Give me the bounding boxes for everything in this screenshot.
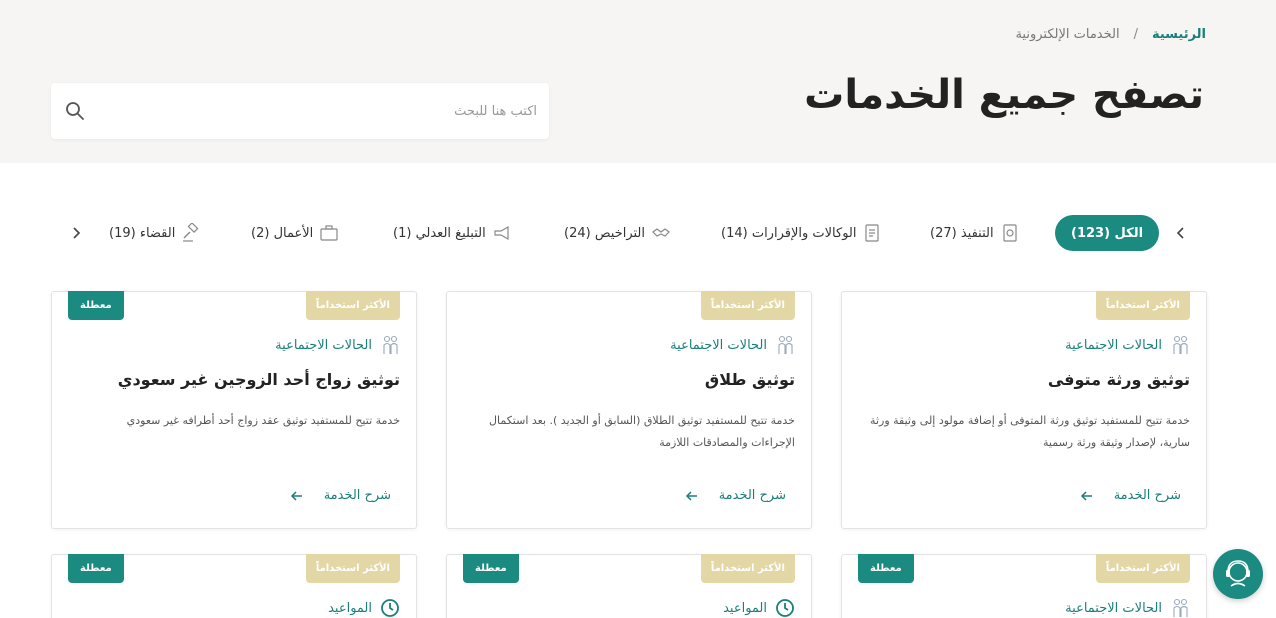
card-badges: الأكثر استخداماً: [1095, 291, 1190, 320]
search-box: [51, 83, 549, 139]
tab-business[interactable]: الأعمال (2): [251, 215, 339, 251]
most-used-badge: الأكثر استخداماً: [1095, 554, 1190, 583]
tab-label: الوكالات والإقرارات (14): [721, 225, 857, 241]
most-used-badge: الأكثر استخداماً: [305, 291, 400, 320]
card-description: خدمة تتيح للمستفيد توثيق الطلاق (السابق …: [489, 414, 795, 449]
family-icon: [1173, 598, 1188, 617]
most-used-badge: الأكثر استخداماً: [700, 291, 795, 320]
tab-label: الكل (123): [1071, 225, 1144, 241]
card-title: توثيق طلاق: [704, 370, 795, 389]
card-category: الحالات الاجتماعية: [275, 334, 400, 356]
service-explanation-label: شرح الخدمة: [718, 488, 786, 503]
page-header: الرئيسية / الخدمات الإلكترونية تصفح جميع…: [0, 0, 1276, 163]
disabled-badge: معطلة: [68, 291, 124, 320]
breadcrumb-current: الخدمات الإلكترونية: [1015, 27, 1120, 42]
service-card[interactable]: الأكثر استخداماً الحالات الاجتماعية توثي…: [446, 291, 812, 529]
clock-icon: [776, 599, 794, 617]
category-tabs: الكل (123) التنفيذ (27) الوكالات والإقرا…: [0, 213, 1276, 253]
service-card[interactable]: الأكثر استخداماً معطلة الحالات الاجتماعي…: [51, 291, 417, 529]
breadcrumb: الرئيسية / الخدمات الإلكترونية: [1015, 27, 1206, 42]
document-icon: [865, 224, 880, 242]
page-title: تصفح جميع الخدمات: [804, 72, 1204, 118]
service-card[interactable]: الأكثر استخداماً معطلة الحالات الاجتماعي…: [841, 554, 1207, 618]
tab-licenses[interactable]: التراخيص (24): [564, 215, 671, 251]
family-icon: [383, 335, 398, 354]
card-category-label: الحالات الاجتماعية: [1065, 600, 1162, 616]
service-explanation-link[interactable]: شرح الخدمة: [290, 488, 391, 503]
megaphone-icon: [494, 225, 509, 241]
briefcase-icon: [320, 225, 338, 241]
execution-icon: [1002, 224, 1017, 242]
clock-icon: [381, 599, 399, 617]
card-category: المواعيد: [328, 597, 400, 618]
card-badges: الأكثر استخداماً: [700, 291, 795, 320]
card-category-label: المواعيد: [328, 600, 372, 616]
tab-judicial-notice[interactable]: التبليغ العدلي (1): [393, 215, 512, 251]
most-used-badge: الأكثر استخداماً: [700, 554, 795, 583]
tab-label: القضاء (19): [109, 225, 176, 241]
card-badges: الأكثر استخداماً: [305, 291, 400, 320]
card-category: الحالات الاجتماعية: [1065, 334, 1190, 356]
search-input[interactable]: [109, 83, 549, 139]
arrow-left-icon: [685, 490, 697, 501]
tab-all[interactable]: الكل (123): [1055, 215, 1160, 251]
card-category-label: الحالات الاجتماعية: [275, 337, 372, 353]
service-explanation-link[interactable]: شرح الخدمة: [685, 488, 786, 503]
service-explanation-label: شرح الخدمة: [323, 488, 391, 503]
card-category-label: المواعيد: [723, 600, 767, 616]
arrow-left-icon: [1080, 490, 1092, 501]
tab-judiciary[interactable]: القضاء (19): [109, 215, 201, 251]
tabs-prev-arrow-icon[interactable]: [1171, 223, 1191, 243]
card-title: توثيق ورثة متوفى: [1047, 370, 1190, 389]
tabs-next-arrow-icon[interactable]: [66, 223, 86, 243]
service-explanation-link[interactable]: شرح الخدمة: [1080, 488, 1181, 503]
card-title: توثيق زواج أحد الزوجين غير سعودي: [117, 370, 400, 389]
card-category: الحالات الاجتماعية: [670, 334, 795, 356]
search-icon[interactable]: [65, 101, 85, 121]
disabled-badge: معطلة: [858, 554, 914, 583]
tab-label: التراخيص (24): [564, 225, 645, 241]
service-card[interactable]: الأكثر استخداماً معطلة المواعيد: [51, 554, 417, 618]
card-badges: الأكثر استخداماً: [700, 554, 795, 583]
card-category: الحالات الاجتماعية: [1065, 597, 1190, 618]
card-description: خدمة تتيح للمستفيد توثيق عقد زواج أحد أط…: [126, 414, 400, 427]
most-used-badge: الأكثر استخداماً: [305, 554, 400, 583]
tab-label: التنفيذ (27): [930, 225, 994, 241]
family-icon: [1173, 335, 1188, 354]
disabled-badge: معطلة: [463, 554, 519, 583]
most-used-badge: الأكثر استخداماً: [1095, 291, 1190, 320]
card-badges: الأكثر استخداماً: [1095, 554, 1190, 583]
card-category-label: الحالات الاجتماعية: [1065, 337, 1162, 353]
card-category: المواعيد: [723, 597, 795, 618]
support-agent-icon: [1226, 560, 1250, 587]
gavel-icon: [183, 223, 199, 242]
disabled-badge: معطلة: [68, 554, 124, 583]
support-chat-button[interactable]: [1213, 549, 1263, 599]
card-badges: الأكثر استخداماً: [305, 554, 400, 583]
tab-label: الأعمال (2): [251, 225, 314, 241]
service-card[interactable]: الأكثر استخداماً معطلة المواعيد: [446, 554, 812, 618]
card-category-label: الحالات الاجتماعية: [670, 337, 767, 353]
arrow-left-icon: [290, 490, 302, 501]
tab-label: التبليغ العدلي (1): [393, 225, 486, 241]
family-icon: [778, 335, 793, 354]
service-card[interactable]: الأكثر استخداماً الحالات الاجتماعية توثي…: [841, 291, 1207, 529]
service-explanation-label: شرح الخدمة: [1113, 488, 1181, 503]
tab-execution[interactable]: التنفيذ (27): [930, 215, 1020, 251]
card-description: خدمة تتيح للمستفيد توثيق ورثة المتوفى أو…: [870, 414, 1190, 449]
breadcrumb-home-link[interactable]: الرئيسية: [1152, 27, 1206, 42]
tab-agencies[interactable]: الوكالات والإقرارات (14): [721, 215, 882, 251]
breadcrumb-separator: /: [1133, 27, 1138, 42]
handshake-icon: [652, 228, 670, 237]
